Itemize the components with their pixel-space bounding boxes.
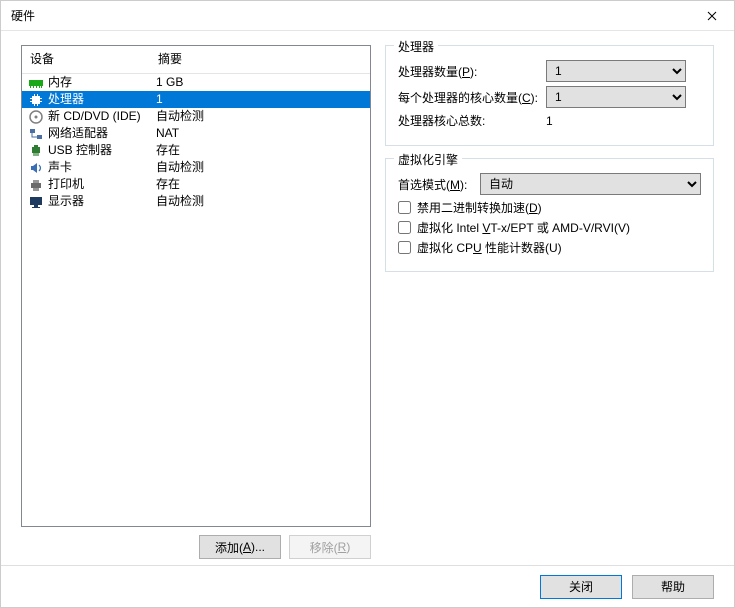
device-summary: 存在 bbox=[156, 142, 364, 159]
cpu-icon bbox=[28, 92, 44, 108]
device-name: 网络适配器 bbox=[48, 125, 156, 142]
device-name: 声卡 bbox=[48, 159, 156, 176]
device-summary: 自动检测 bbox=[156, 193, 364, 210]
device-row[interactable]: 内存1 GB bbox=[22, 74, 370, 91]
device-name: 内存 bbox=[48, 74, 156, 91]
device-row[interactable]: 网络适配器NAT bbox=[22, 125, 370, 142]
cores-per-processor-label: 每个处理器的核心数量(C): bbox=[398, 89, 546, 106]
num-processors-label: 处理器数量(P): bbox=[398, 63, 546, 80]
processors-legend: 处理器 bbox=[394, 38, 438, 55]
settings-panel: 处理器 处理器数量(P): 1 每个处理器的核心数量(C): 1 bbox=[385, 45, 714, 561]
device-row[interactable]: 处理器1 bbox=[22, 91, 370, 108]
device-name: 新 CD/DVD (IDE) bbox=[48, 108, 156, 125]
num-processors-select[interactable]: 1 bbox=[546, 60, 686, 82]
hardware-window: 硬件 设备 摘要 内存1 GB处理器1新 CD/DVD (IDE)自动检测网络适… bbox=[0, 0, 735, 608]
total-cores-value: 1 bbox=[546, 114, 701, 128]
header-device: 设备 bbox=[30, 50, 158, 67]
device-summary: 自动检测 bbox=[156, 108, 364, 125]
printer-icon bbox=[28, 177, 44, 193]
disc-icon bbox=[28, 109, 44, 125]
device-name: 处理器 bbox=[48, 91, 156, 108]
cores-per-processor-select[interactable]: 1 bbox=[546, 86, 686, 108]
device-row[interactable]: 新 CD/DVD (IDE)自动检测 bbox=[22, 108, 370, 125]
header-summary: 摘要 bbox=[158, 50, 364, 67]
display-icon bbox=[28, 194, 44, 210]
device-summary: 自动检测 bbox=[156, 159, 364, 176]
virtualize-vt-x-label: 虚拟化 Intel VT-x/EPT 或 AMD-V/RVI(V) bbox=[417, 219, 630, 236]
device-row[interactable]: 显示器自动检测 bbox=[22, 193, 370, 210]
device-row[interactable]: 声卡自动检测 bbox=[22, 159, 370, 176]
sound-icon bbox=[28, 160, 44, 176]
close-icon[interactable] bbox=[689, 1, 734, 30]
virtualization-group: 虚拟化引擎 首选模式(M): 自动 禁用二进制转换加速(D) 虚拟化 Intel bbox=[385, 158, 714, 272]
remove-button[interactable]: 移除(R) bbox=[289, 535, 371, 559]
device-summary: 1 GB bbox=[156, 74, 364, 91]
help-button[interactable]: 帮助 bbox=[632, 575, 714, 599]
device-list[interactable]: 设备 摘要 内存1 GB处理器1新 CD/DVD (IDE)自动检测网络适配器N… bbox=[21, 45, 371, 527]
footer-bar: 关闭 帮助 bbox=[1, 565, 734, 607]
device-list-header: 设备 摘要 bbox=[22, 46, 370, 74]
device-name: 显示器 bbox=[48, 193, 156, 210]
memory-icon bbox=[28, 75, 44, 91]
device-summary: 1 bbox=[156, 91, 364, 108]
device-row[interactable]: 打印机存在 bbox=[22, 176, 370, 193]
virtualize-vt-x-checkbox[interactable] bbox=[398, 221, 411, 234]
total-cores-label: 处理器核心总数: bbox=[398, 112, 546, 129]
device-row[interactable]: USB 控制器存在 bbox=[22, 142, 370, 159]
network-icon bbox=[28, 126, 44, 142]
preferred-mode-label: 首选模式(M): bbox=[398, 176, 480, 193]
device-name: USB 控制器 bbox=[48, 142, 156, 159]
disable-binary-label: 禁用二进制转换加速(D) bbox=[417, 199, 542, 216]
disable-binary-checkbox[interactable] bbox=[398, 201, 411, 214]
device-summary: 存在 bbox=[156, 176, 364, 193]
device-summary: NAT bbox=[156, 125, 364, 142]
virtualize-perf-counters-label: 虚拟化 CPU 性能计数器(U) bbox=[417, 239, 562, 256]
usb-icon bbox=[28, 143, 44, 159]
virtualization-legend: 虚拟化引擎 bbox=[394, 151, 462, 168]
window-title: 硬件 bbox=[11, 7, 35, 24]
preferred-mode-select[interactable]: 自动 bbox=[480, 173, 701, 195]
add-button[interactable]: 添加(A)... bbox=[199, 535, 281, 559]
device-panel: 设备 摘要 内存1 GB处理器1新 CD/DVD (IDE)自动检测网络适配器N… bbox=[21, 45, 371, 561]
device-name: 打印机 bbox=[48, 176, 156, 193]
processors-group: 处理器 处理器数量(P): 1 每个处理器的核心数量(C): 1 bbox=[385, 45, 714, 146]
titlebar: 硬件 bbox=[1, 1, 734, 31]
virtualize-perf-counters-checkbox[interactable] bbox=[398, 241, 411, 254]
close-button[interactable]: 关闭 bbox=[540, 575, 622, 599]
